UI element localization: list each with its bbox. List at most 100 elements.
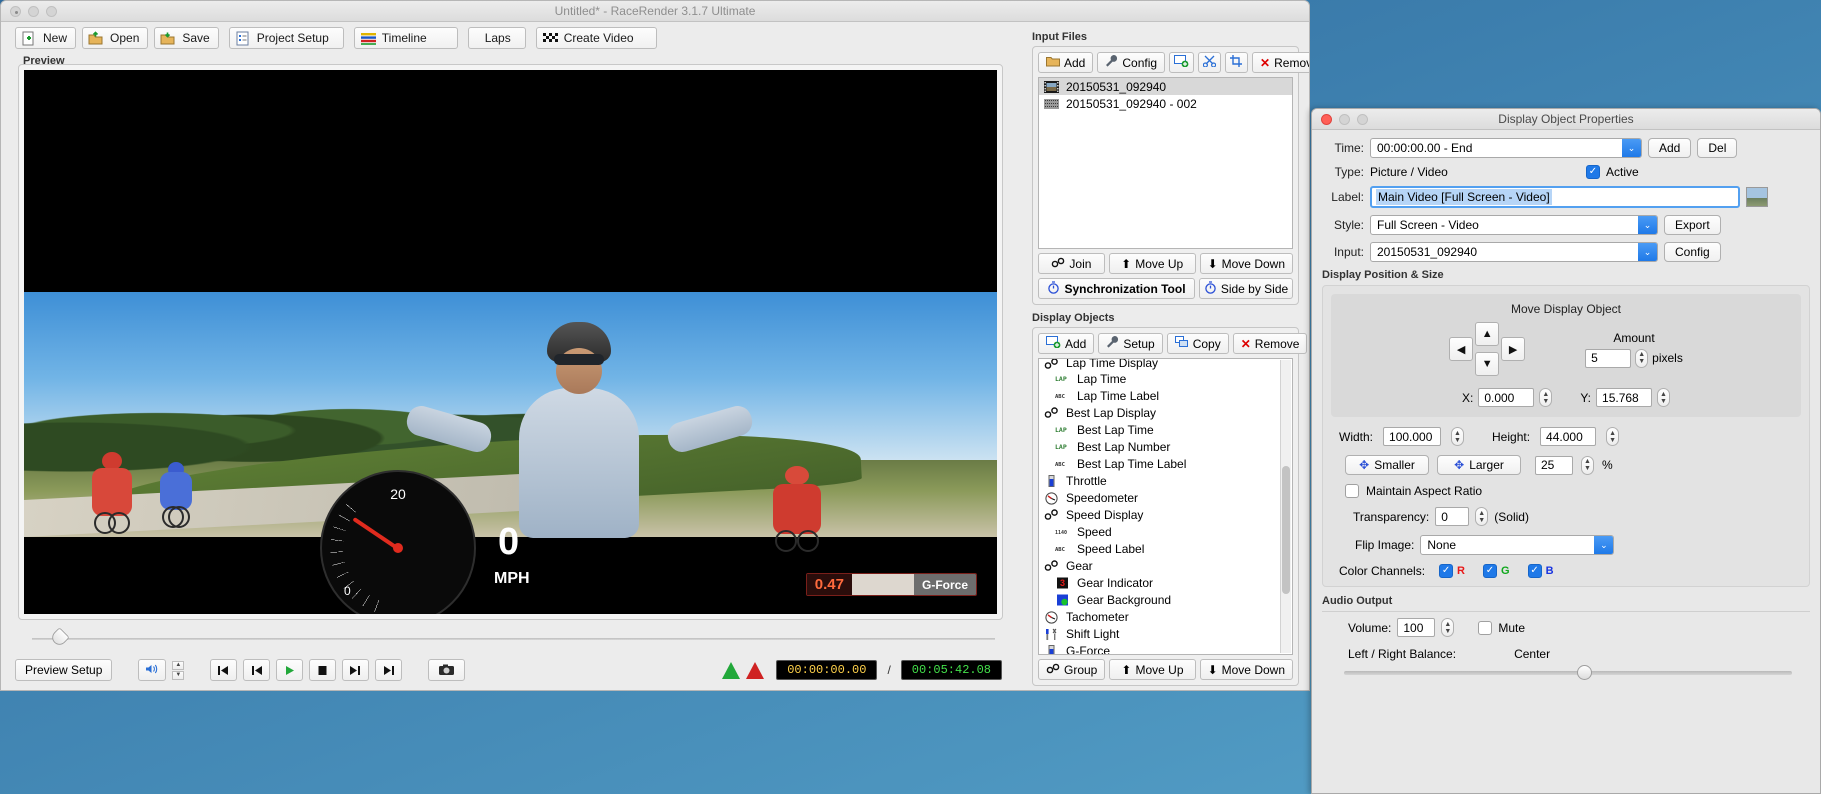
start-flag-icon[interactable] [722, 661, 741, 679]
width-input[interactable]: 100.000 [1383, 427, 1442, 446]
larger-button[interactable]: ✥ Larger [1437, 455, 1521, 475]
channel-b-checkbox[interactable]: ✓ [1527, 564, 1542, 578]
do-remove-button[interactable]: ✕ Remove [1232, 333, 1308, 354]
smaller-button[interactable]: ✥ Smaller [1345, 455, 1429, 475]
display-object-row[interactable]: LAP Best Lap Number [1039, 438, 1292, 455]
volume-stepper-props[interactable]: ▲ ▼ [1441, 618, 1455, 637]
amount-stepper[interactable]: ▲ ▼ [1635, 348, 1649, 368]
display-object-row[interactable]: 1140 Speed [1039, 523, 1292, 540]
x-stepper[interactable]: ▲ ▼ [1539, 388, 1553, 407]
display-object-row[interactable]: Shift Light [1039, 625, 1292, 642]
display-object-row[interactable]: LAP Best Lap Time [1039, 421, 1292, 438]
do-add-button[interactable]: Add [1038, 333, 1095, 354]
scrubber-track[interactable] [32, 638, 995, 640]
group-button[interactable]: Group [1038, 659, 1106, 680]
transparency-input[interactable]: 0 [1435, 507, 1470, 526]
maintain-aspect-checkbox[interactable]: ✓ [1345, 484, 1359, 498]
move-left-arrow-button[interactable]: ◀ [1449, 337, 1474, 361]
save-button[interactable]: Save [154, 27, 219, 49]
stop-button[interactable] [309, 659, 337, 681]
input-move-up-button[interactable]: ⬆ Move Up [1108, 253, 1196, 274]
play-button[interactable] [276, 659, 304, 681]
display-object-row[interactable]: Speedometer [1039, 489, 1292, 506]
project-setup-button[interactable]: Project Setup [228, 27, 344, 49]
join-button[interactable]: Join [1038, 253, 1105, 274]
object-thumbnail[interactable] [1746, 187, 1768, 207]
display-object-row[interactable]: LAP Lap Time [1039, 370, 1292, 387]
balance-slider[interactable] [1344, 665, 1792, 680]
flip-image-combo[interactable]: None ⌄ [1420, 535, 1615, 555]
input-file-row[interactable]: 20150531_092940 [1039, 78, 1292, 95]
timeline-button[interactable]: Timeline [353, 27, 458, 49]
open-button[interactable]: Open [82, 27, 149, 49]
width-stepper[interactable]: ▲ ▼ [1451, 427, 1465, 446]
display-object-row[interactable]: Tachometer [1039, 608, 1292, 625]
move-up-arrow-button[interactable]: ▲ [1475, 322, 1500, 346]
scrollbar-thumb[interactable] [1282, 466, 1290, 594]
display-objects-scrollbar[interactable] [1280, 360, 1291, 653]
volume-input[interactable]: 100 [1397, 618, 1436, 637]
side-by-side-button[interactable]: Side by Side [1199, 278, 1293, 299]
time-add-button[interactable]: Add [1648, 138, 1692, 158]
laps-button[interactable]: Laps [467, 27, 526, 49]
scale-stepper[interactable]: ▲ ▼ [1581, 455, 1594, 475]
end-flag-icon[interactable] [746, 661, 765, 679]
new-button[interactable]: New [15, 27, 77, 49]
scale-input[interactable]: 25 [1535, 455, 1573, 475]
display-object-row[interactable]: Gear Background [1039, 591, 1292, 608]
volume-button[interactable] [138, 659, 167, 681]
chevron-down-icon[interactable]: ⌄ [1638, 216, 1657, 234]
display-object-row[interactable]: Throttle [1039, 472, 1292, 489]
display-object-row[interactable]: Speed Display [1039, 506, 1292, 523]
step-forward-button[interactable] [342, 659, 370, 681]
height-input[interactable]: 44.000 [1540, 427, 1597, 446]
time-combo[interactable]: 00:00:00.00 - End ⌄ [1370, 138, 1642, 158]
display-object-row[interactable]: ABC Best Lap Time Label [1039, 455, 1292, 472]
do-setup-button[interactable]: Setup [1098, 333, 1163, 354]
input-crop-button[interactable] [1225, 52, 1249, 73]
do-move-up-button[interactable]: ⬆ Move Up [1109, 659, 1196, 680]
display-object-row[interactable]: Best Lap Display [1039, 404, 1292, 421]
input-file-row[interactable]: 20150531_092940 - 002 [1039, 95, 1292, 112]
active-checkbox[interactable]: ✓ [1586, 165, 1600, 179]
move-down-arrow-button[interactable]: ▼ [1475, 352, 1500, 376]
input-config-button[interactable]: Config [1097, 52, 1166, 73]
x-input[interactable]: 0.000 [1478, 388, 1535, 407]
time-del-button[interactable]: Del [1697, 138, 1738, 158]
y-stepper[interactable]: ▲ ▼ [1657, 388, 1671, 407]
video-preview[interactable]: 20 0 0 MPH 0.47 G-Force [24, 70, 997, 614]
display-object-row[interactable]: ABC Lap Time Label [1039, 387, 1292, 404]
display-object-row[interactable]: Gear [1039, 557, 1292, 574]
input-move-down-button[interactable]: ⬇ Move Down [1199, 253, 1293, 274]
height-stepper[interactable]: ▲ ▼ [1606, 427, 1620, 446]
input-config-button-props[interactable]: Config [1664, 242, 1721, 262]
move-right-arrow-button[interactable]: ▶ [1501, 337, 1526, 361]
display-objects-list[interactable]: Lap Time Display LAP Lap Time ABC Lap Time L… [1038, 358, 1293, 655]
input-duplicate-button[interactable] [1169, 52, 1195, 73]
display-object-row[interactable]: 3 Gear Indicator [1039, 574, 1292, 591]
input-add-button[interactable]: Add [1038, 52, 1094, 73]
display-object-row[interactable]: ABC Speed Label [1039, 540, 1292, 557]
export-button[interactable]: Export [1664, 215, 1721, 235]
display-object-row[interactable]: Lap Time Display [1039, 359, 1292, 370]
transparency-stepper[interactable]: ▲ ▼ [1475, 507, 1489, 526]
chevron-down-icon[interactable]: ⌄ [1622, 139, 1641, 157]
do-copy-button[interactable]: Copy [1166, 333, 1229, 354]
do-move-down-button[interactable]: ⬇ Move Down [1199, 659, 1293, 680]
step-back-start-button[interactable] [210, 659, 238, 681]
balance-slider-knob[interactable] [1576, 665, 1592, 680]
y-input[interactable]: 15.768 [1596, 388, 1653, 407]
input-remove-button[interactable]: ✕ Remove [1252, 52, 1309, 73]
mute-checkbox[interactable]: ✓ [1478, 620, 1493, 635]
amount-input[interactable]: 5 [1585, 348, 1632, 368]
scrubber-thumb[interactable] [49, 627, 70, 648]
input-cut-button[interactable] [1198, 52, 1222, 73]
chevron-down-icon[interactable]: ⌄ [1594, 536, 1614, 554]
chevron-down-icon[interactable]: ⌄ [1638, 243, 1657, 261]
timeline-scrubber[interactable] [18, 627, 1003, 648]
input-combo[interactable]: 20150531_092940 ⌄ [1370, 242, 1658, 262]
channel-r-checkbox[interactable]: ✓ [1439, 564, 1454, 578]
create-video-button[interactable]: Create Video [535, 27, 657, 49]
display-object-row[interactable]: G-Force [1039, 642, 1292, 654]
input-files-list[interactable]: 20150531_092940 20150531_092940 - 002 [1038, 77, 1293, 249]
